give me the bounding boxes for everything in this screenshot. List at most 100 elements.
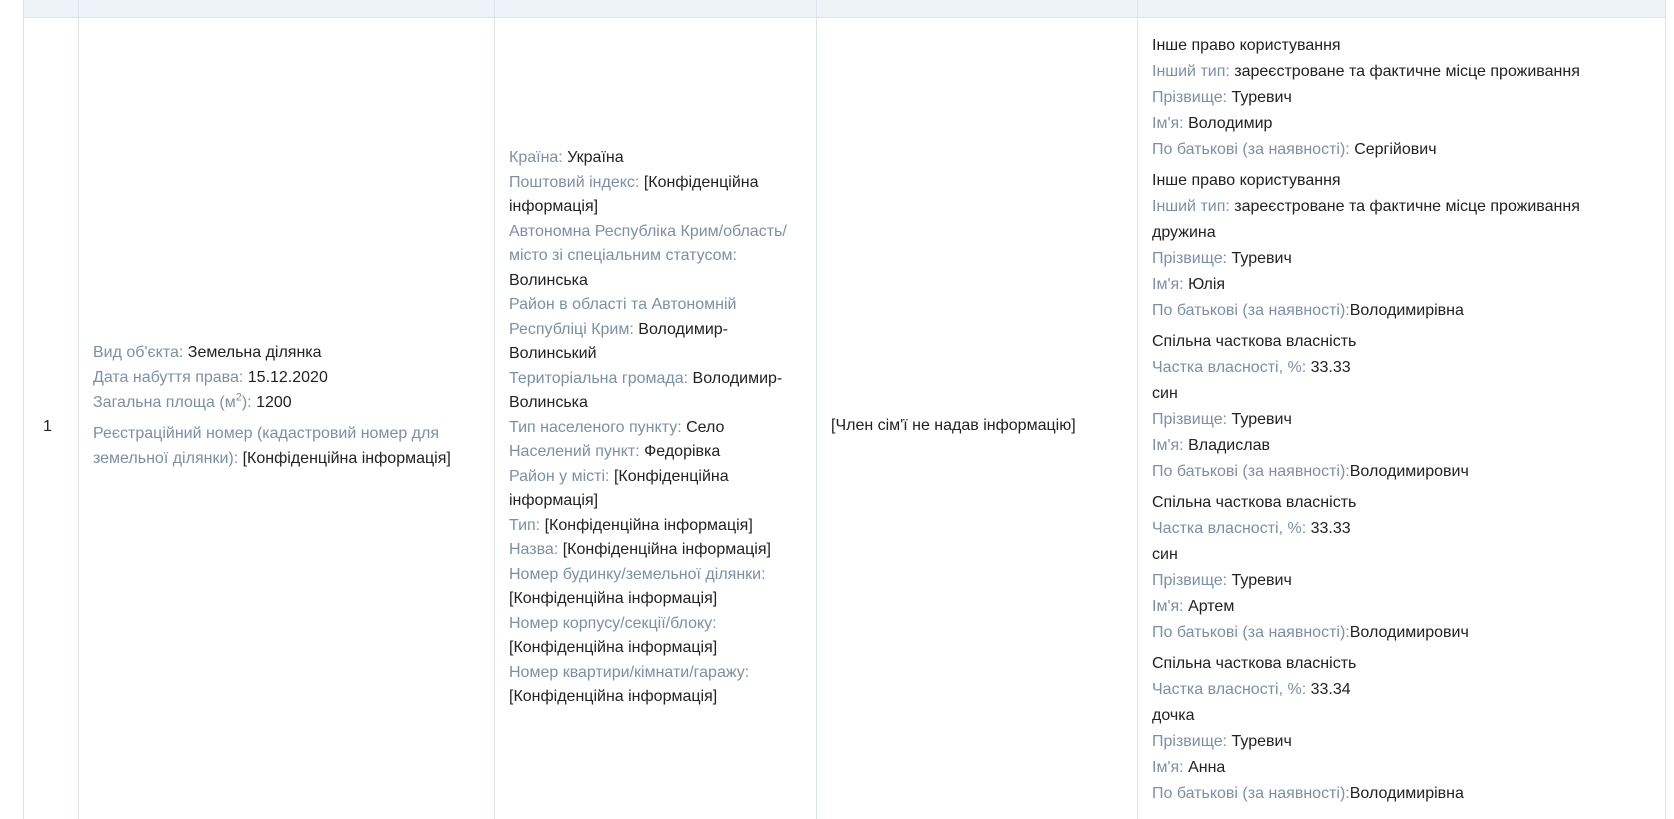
right-entry: Спільна часткова власність Частка власно… <box>1152 490 1652 646</box>
address-street-type: Тип: [Конфіденційна інформація] <box>509 514 804 539</box>
address-region-value: Волинська <box>509 271 588 289</box>
row-number-cell: 1 <box>24 0 78 819</box>
right-patronymic: По батькові (за наявності):Володимирівна <box>1152 781 1652 807</box>
address-community: Територіальна громада: Володимир-Волинсь… <box>509 367 804 416</box>
right-share: Частка власності, %: 33.34 <box>1152 677 1652 703</box>
address-apartment-number-value: [Конфіденційна інформація] <box>509 688 718 705</box>
address-street-name-label: Назва: <box>509 541 559 558</box>
right-first-name-value: Юлія <box>1188 276 1226 293</box>
right-surname-label: Прізвище: <box>1152 250 1228 267</box>
right-surname: Прізвище: Туревич <box>1152 407 1652 433</box>
right-first-name: Ім'я: Юлія <box>1152 272 1652 298</box>
right-patronymic-value: Володимирович <box>1349 463 1469 480</box>
right-surname: Прізвище: Туревич <box>1152 85 1652 111</box>
address-street-type-label: Тип: <box>509 516 541 534</box>
right-first-name-value: Артем <box>1188 598 1235 615</box>
right-relation: син <box>1152 546 1178 563</box>
right-patronymic: По батькові (за наявності): Сергійович <box>1152 137 1652 163</box>
right-patronymic-value: Володимирович <box>1349 624 1469 641</box>
right-first-name-value: Анна <box>1188 759 1226 776</box>
object-type-value: Земельна ділянка <box>187 344 322 361</box>
right-title: Інше право користування <box>1152 37 1341 54</box>
family-member-cell: [Член сім'ї не надав інформацію] <box>817 18 1137 819</box>
right-relation: дружина <box>1152 224 1216 241</box>
right-relation: дочка <box>1152 707 1195 724</box>
address-country-value: Україна <box>567 149 624 166</box>
acquisition-date: Дата набуття права: 15.12.2020 <box>93 365 473 390</box>
rights-list: Інше право користування Інший тип: зареє… <box>1152 33 1652 812</box>
right-entry: Інше право користування Інший тип: зареє… <box>1152 168 1652 324</box>
address-settlement-label: Населений пункт: <box>509 443 640 460</box>
address-street-name-value: [Конфіденційна інформація] <box>562 541 771 558</box>
right-other-type: Інший тип: зареєстроване та фактичне міс… <box>1152 194 1652 220</box>
address-street-name: Назва: [Конфіденційна інформація] <box>509 538 804 563</box>
right-first-name-label: Ім'я: <box>1152 437 1184 454</box>
right-share-label: Частка власності, %: <box>1152 520 1307 537</box>
cadastral-number: Реєстраційний номер (кадастровий номер д… <box>93 421 473 471</box>
right-share-value: 33.33 <box>1310 520 1351 537</box>
right-share-value: 33.33 <box>1310 359 1351 376</box>
right-share: Частка власності, %: 33.33 <box>1152 355 1652 381</box>
address-house-number: Номер будинку/земельної ділянки: [Конфід… <box>509 563 804 612</box>
right-surname-value: Туревич <box>1231 89 1292 106</box>
right-patronymic: По батькові (за наявності):Володимирович <box>1152 459 1652 485</box>
address-country-label: Країна: <box>509 149 563 166</box>
address-region: Автономна Республіка Крим/область/ місто… <box>509 220 804 294</box>
family-member-text: [Член сім'ї не надав інформацію] <box>831 417 1076 434</box>
right-share-label: Частка власності, %: <box>1152 359 1307 376</box>
right-surname-label: Прізвище: <box>1152 411 1228 428</box>
right-surname: Прізвище: Туревич <box>1152 729 1652 755</box>
total-area-label-suffix: ): <box>241 394 252 411</box>
declaration-table: 1 Вид об'єкта: Земельна ділянка Дата наб… <box>0 0 1674 819</box>
address-settlement: Населений пункт: Федорівка <box>509 440 804 465</box>
right-title: Спільна часткова власність <box>1152 655 1357 672</box>
right-entry: Спільна часткова власність Частка власно… <box>1152 651 1652 807</box>
right-surname: Прізвище: Туревич <box>1152 568 1652 594</box>
address-apartment-number: Номер квартири/кімнати/гаражу: [Конфіден… <box>509 661 804 710</box>
address-apartment-number-label: Номер квартири/кімнати/гаражу: <box>509 663 750 681</box>
right-title: Спільна часткова власність <box>1152 333 1357 350</box>
table-border <box>1665 0 1666 819</box>
right-first-name-label: Ім'я: <box>1152 115 1184 132</box>
right-first-name: Ім'я: Володимир <box>1152 111 1652 137</box>
row-number: 1 <box>43 418 52 435</box>
address-community-label: Територіальна громада: <box>509 369 689 387</box>
right-first-name-label: Ім'я: <box>1152 598 1184 615</box>
acquisition-date-label: Дата набуття права: <box>93 369 244 386</box>
right-entry: Спільна часткова власність Частка власно… <box>1152 329 1652 485</box>
right-first-name-label: Ім'я: <box>1152 276 1184 293</box>
right-entry: Інше право користування Інший тип: зареє… <box>1152 33 1652 163</box>
total-area-label-prefix: Загальна площа (м <box>93 394 236 411</box>
object-cell: Вид об'єкта: Земельна ділянка Дата набут… <box>79 18 494 819</box>
right-first-name-value: Владислав <box>1188 437 1270 454</box>
address-house-number-label: Номер будинку/земельної ділянки: <box>509 565 766 583</box>
right-other-type-label: Інший тип: <box>1152 198 1230 215</box>
right-patronymic-value: Сергійович <box>1354 141 1437 158</box>
right-surname-value: Туревич <box>1231 733 1292 750</box>
address-postal-code: Поштовий індекс: [Конфіденційна інформац… <box>509 171 804 220</box>
rights-cell: Інше право користування Інший тип: зареє… <box>1138 18 1665 819</box>
right-patronymic: По батькові (за наявності):Володимирович <box>1152 620 1652 646</box>
address-district: Район в області та Автономній Республіці… <box>509 293 804 367</box>
address-settlement-type-value: Село <box>686 418 725 436</box>
right-relation: син <box>1152 385 1178 402</box>
address-info: Країна: Україна Поштовий індекс: [Конфід… <box>509 146 804 710</box>
family-member-info: [Член сім'ї не надав інформацію] <box>831 413 1131 438</box>
address-city-district: Район у місті: [Конфіденційна інформація… <box>509 465 804 514</box>
right-other-type: Інший тип: зареєстроване та фактичне міс… <box>1152 59 1652 85</box>
address-settlement-value: Федорівка <box>644 443 721 460</box>
address-city-district-label: Район у місті: <box>509 467 610 485</box>
right-surname-value: Туревич <box>1231 250 1292 267</box>
right-surname-value: Туревич <box>1231 572 1292 589</box>
right-patronymic-value: Володимирівна <box>1349 785 1464 802</box>
cadastral-number-value: [Конфіденційна інформація] <box>242 450 451 467</box>
right-first-name-value: Володимир <box>1188 115 1273 132</box>
right-patronymic-label: По батькові (за наявності): <box>1152 624 1350 641</box>
right-first-name: Ім'я: Владислав <box>1152 433 1652 459</box>
address-region-label: Автономна Республіка Крим/область/ місто… <box>509 222 787 265</box>
right-first-name-label: Ім'я: <box>1152 759 1184 776</box>
right-title: Інше право користування <box>1152 172 1341 189</box>
right-first-name: Ім'я: Артем <box>1152 594 1652 620</box>
right-surname-label: Прізвище: <box>1152 572 1228 589</box>
right-share-value: 33.34 <box>1310 681 1351 698</box>
